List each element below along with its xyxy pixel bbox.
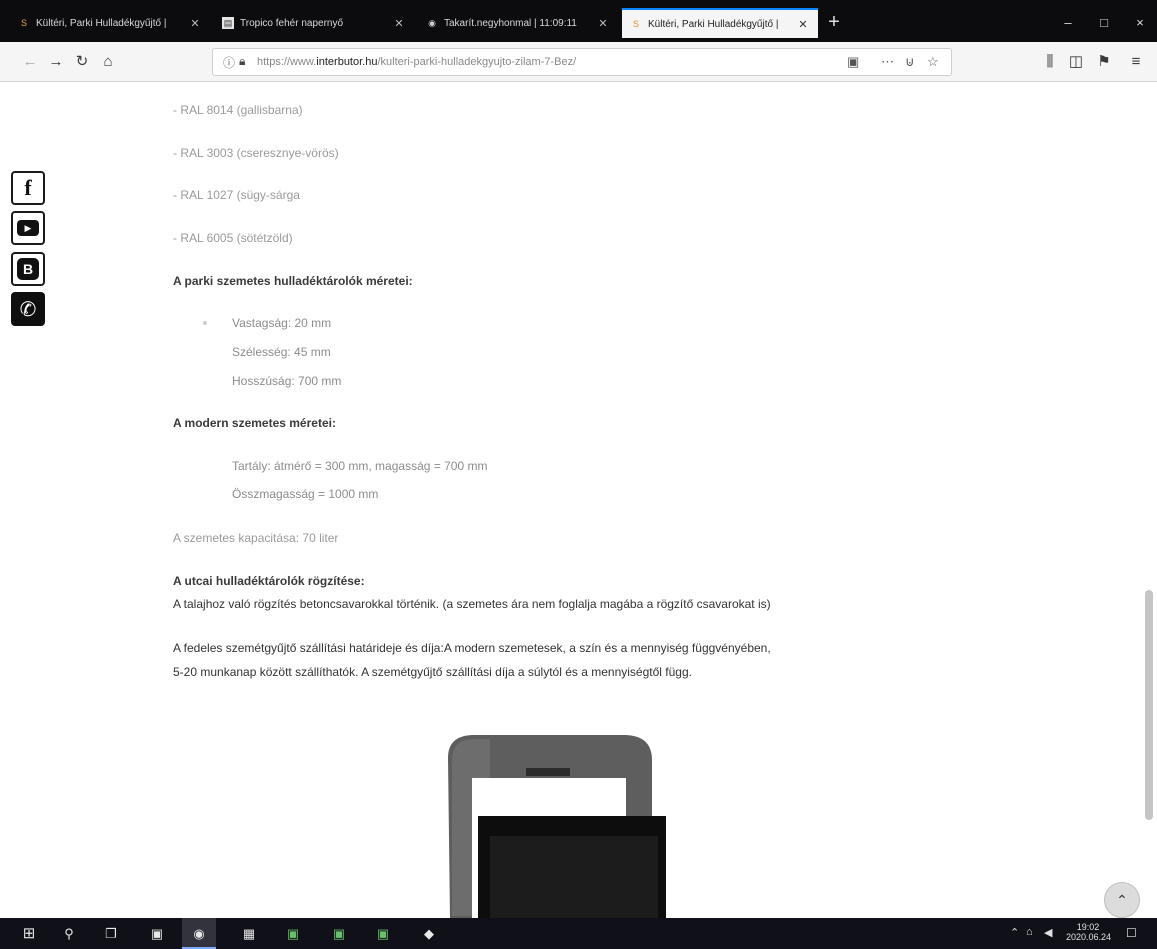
url-path: /kulteri-parki-hulladekgyujto-zilam-7-Be… [377,56,577,68]
info-icon[interactable]: ⓘ [223,54,235,71]
youtube-icon: ▶ [17,220,39,236]
delivery-text-line2: 5-20 munkanap között szállíthatók. A sze… [173,665,692,679]
color-option: - RAL 6005 (sötétzöld) [173,231,293,245]
fixing-heading: A utcai hulladéktárolók rögzítése: [173,574,365,588]
url-text[interactable]: https://www.interbutor.hu/kulteri-parki-… [257,56,576,68]
chevron-up-icon: ⌃ [1116,891,1128,908]
extension-icon[interactable]: ⚑ [1094,52,1114,72]
page-actions-icon[interactable]: ⋯ [881,54,894,70]
tab-label: Tropico fehér napernyő [240,17,344,29]
screen: S Kültéri, Parki Hulladékgyűjtő | ✕ ▤ Tr… [0,0,1157,949]
color-option: - RAL 3003 (cseresznye-vörös) [173,146,339,160]
library-icon[interactable]: ⫼ [1040,52,1060,72]
search-icon[interactable]: ⚲ [60,925,78,943]
clock-time: 19:02 [1076,922,1100,932]
app-icon[interactable]: ▣ [148,925,166,943]
reload-icon[interactable]: ↻ [72,52,92,72]
hamburger-menu-icon[interactable]: ≡ [1126,52,1146,72]
park-sizes-heading: A parki szemetes hulladéktárolók méretei… [173,274,413,288]
minimize-button[interactable]: – [1050,12,1086,34]
site-favicon-icon: S [632,19,639,29]
fixing-text: A talajhoz való rögzítés betoncsavarokka… [173,597,771,611]
modern-size-item: Tartály: átmérő = 300 mm, magasság = 700… [232,459,488,473]
app-icon[interactable]: ▦ [240,925,258,943]
app-icon[interactable]: ▣ [330,925,348,943]
maximize-button[interactable]: □ [1086,12,1122,34]
youtube-button[interactable]: ▶ [11,211,45,245]
network-icon[interactable]: ⌂ [1026,926,1033,938]
tab-tropico[interactable]: ▤ Tropico fehér napernyő ✕ [214,8,414,38]
tab-label: Takarít.negyhonmal | 11:09:11 [444,17,577,29]
blogger-icon: B [17,258,39,280]
forward-arrow-icon[interactable]: → [46,52,66,72]
navigation-toolbar: ← → ↻ ⌂ ⓘ 🔒︎ https://www.interbutor.hu/k… [0,42,1157,82]
new-tab-button[interactable]: + [823,12,845,34]
tab-label: Kültéri, Parki Hulladékgyűjtő | [648,18,779,30]
browser-tab-strip: S Kültéri, Parki Hulladékgyűjtő | ✕ ▤ Tr… [0,0,1157,42]
app-icon[interactable]: ▣ [374,925,392,943]
home-icon[interactable]: ⌂ [98,52,118,72]
bookmark-star-icon[interactable]: ☆ [927,54,939,70]
facebook-button[interactable]: f [11,171,45,205]
sidebar-icon[interactable]: ◫ [1066,52,1086,72]
close-tab-icon[interactable]: ✕ [392,17,406,30]
tab-kulteri-active[interactable]: S Kültéri, Parki Hulladékgyűjtő | ✕ [622,8,818,38]
back-arrow-icon[interactable]: ← [20,52,40,72]
page-scrollbar-thumb[interactable] [1145,590,1153,820]
url-prefix: https://www. [257,56,317,68]
phone-icon: ✆ [19,298,37,321]
task-view-icon[interactable]: ❐ [102,925,120,943]
reader-view-icon[interactable]: ▣ [847,54,859,70]
address-bar[interactable]: ⓘ 🔒︎ https://www.interbutor.hu/kulteri-p… [212,48,952,76]
tray-chevron-icon[interactable]: ⌃ [1010,926,1019,939]
park-size-item: Vastagság: 20 mm [232,316,332,330]
windows-start-icon[interactable]: ⊞ [20,925,38,943]
park-size-item: Hosszúság: 700 mm [232,374,342,388]
close-window-button[interactable]: × [1122,12,1157,34]
windows-taskbar: ⊞ ⚲ ❐ ▣ ◉ ▦ ▣ ▣ ▣ ◆ ⌃ ⌂ ◀ 19:02 2020.06.… [0,918,1157,949]
firefox-taskbar-icon[interactable]: ◉ [182,918,216,949]
tab-label: Kültéri, Parki Hulladékgyűjtő | [36,17,167,29]
app-icon[interactable]: ◆ [420,925,438,943]
close-tab-icon[interactable]: ✕ [596,17,610,30]
color-option: - RAL 1027 (sügy-sárga [173,188,300,202]
list-bullet [203,321,207,325]
color-option: - RAL 8014 (gallisbarna) [173,103,303,117]
facebook-icon: f [24,175,32,200]
trash-bin-product-image [448,735,666,918]
app-icon[interactable]: ▣ [284,925,302,943]
site-favicon-icon: ▤ [222,17,234,29]
volume-icon[interactable]: ◀ [1044,926,1052,939]
modern-sizes-heading: A modern szemetes méretei: [173,416,336,430]
close-tab-icon[interactable]: ✕ [796,18,810,31]
back-to-top-button[interactable]: ⌃ [1104,882,1140,918]
url-domain: interbutor.hu [316,56,378,68]
close-tab-icon[interactable]: ✕ [188,17,202,30]
clock-date: 2020.06.24 [1066,932,1112,942]
blogger-button[interactable]: B [11,252,45,286]
chrome-favicon-icon: ◉ [428,17,436,28]
site-favicon-icon: S [20,18,27,28]
notifications-icon[interactable]: ☐ [1126,926,1137,940]
lock-icon[interactable]: 🔒︎ [239,54,245,69]
modern-size-item: Összmagasság = 1000 mm [232,487,379,501]
phone-button[interactable]: ✆ [11,292,45,326]
tab-takarit[interactable]: ◉ Takarít.negyhonmal | 11:09:11 ✕ [418,8,618,38]
pocket-icon[interactable]: ⊍ [905,54,915,70]
tab-kulteri-1[interactable]: S Kültéri, Parki Hulladékgyűjtő | ✕ [10,8,210,38]
delivery-text-line1: A fedeles szemétgyűjtő szállítási határi… [173,641,771,655]
clock[interactable]: 19:02 2020.06.24 [1066,922,1112,942]
park-size-item: Szélesség: 45 mm [232,345,331,359]
capacity-text: A szemetes kapacitása: 70 liter [173,531,339,545]
